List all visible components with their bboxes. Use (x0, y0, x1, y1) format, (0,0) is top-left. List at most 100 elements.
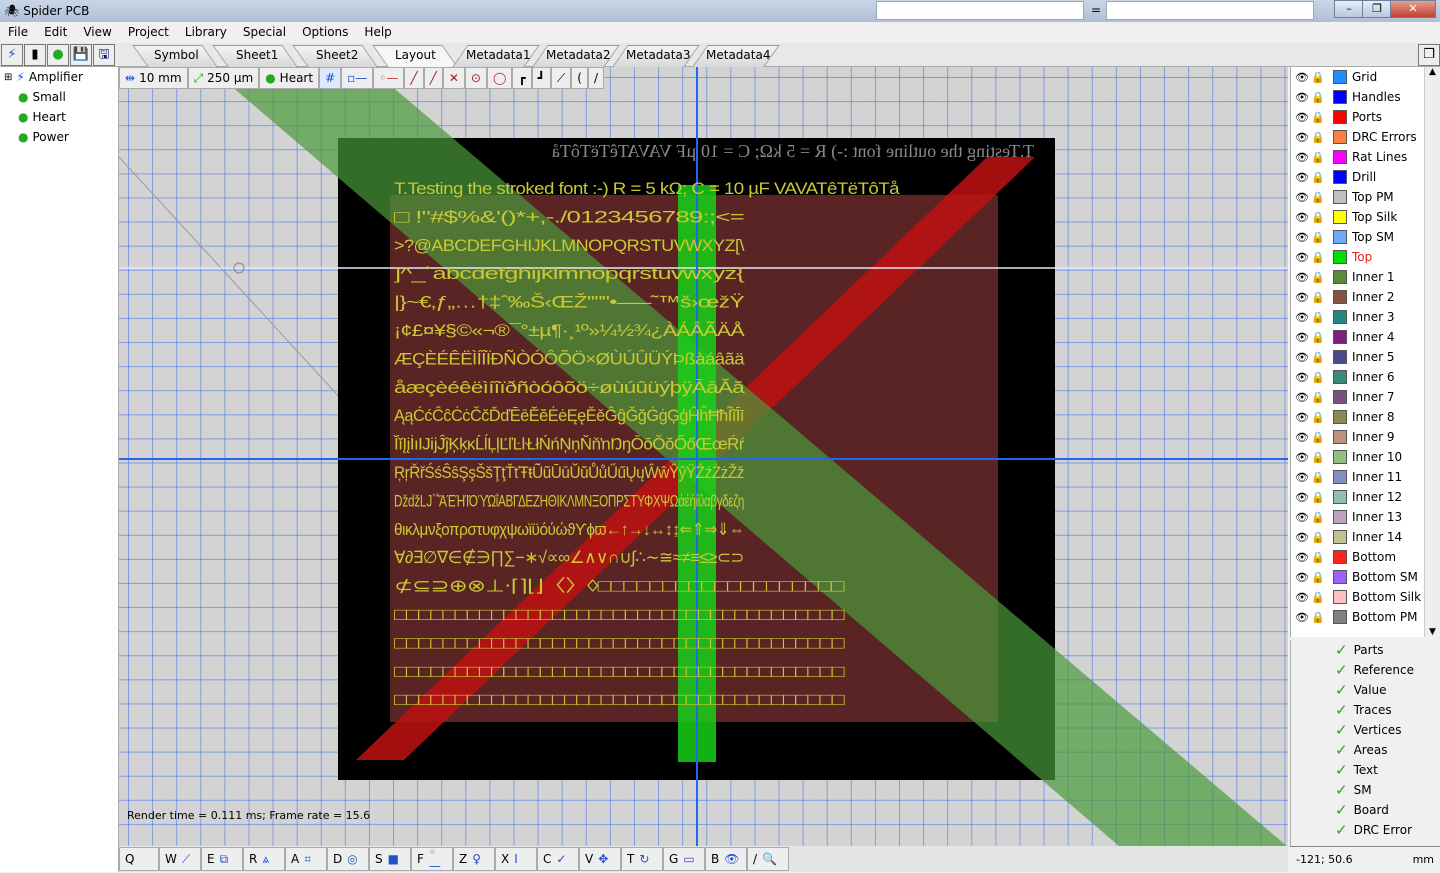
eye-icon[interactable]: 👁 (1295, 511, 1311, 524)
tab-metadata3[interactable]: Metadata3 (626, 48, 690, 62)
lock-icon[interactable]: 🔒 (1311, 351, 1327, 364)
eye-icon[interactable]: 👁 (1295, 391, 1311, 404)
tree-item[interactable]: ● Power (0, 127, 118, 147)
check-icon[interactable]: ✓ (1335, 701, 1348, 719)
eye-icon[interactable]: 👁 (1295, 471, 1311, 484)
visibility-item[interactable]: ✓ Traces (1291, 700, 1440, 720)
lock-icon[interactable]: 🔒 (1311, 271, 1327, 284)
layer-row[interactable]: 👁 🔒 Drill (1291, 167, 1440, 187)
shortcut-slash[interactable]: / 🔍 (747, 847, 789, 871)
layer-row[interactable]: 👁 🔒 DRC Errors (1291, 127, 1440, 147)
menu-library[interactable]: Library (177, 25, 235, 39)
lock-icon[interactable]: 🔒 (1311, 591, 1327, 604)
pin-icon[interactable]: ◦— (373, 67, 405, 89)
check-icon[interactable]: ✓ (1335, 721, 1348, 739)
layer-color-swatch[interactable] (1333, 250, 1347, 264)
shortcut-t[interactable]: T ↻ (621, 847, 663, 871)
tab-symbol[interactable]: Symbol (154, 48, 199, 62)
layer-row[interactable]: 👁 🔒 Inner 6 (1291, 367, 1440, 387)
menu-file[interactable]: File (0, 25, 36, 39)
layer-row[interactable]: 👁 🔒 Top (1291, 247, 1440, 267)
shortcut-q[interactable]: Q (119, 847, 159, 871)
shortcut-r[interactable]: R ⩓ (243, 847, 285, 871)
port-icon[interactable]: ▫— (341, 67, 374, 89)
layer-row[interactable]: 👁 🔒 Bottom SM (1291, 567, 1440, 587)
corner-br-icon[interactable]: ┛ (531, 67, 551, 89)
tab-metadata2[interactable]: Metadata2 (546, 48, 610, 62)
eye-icon[interactable]: 👁 (1295, 531, 1311, 544)
eye-icon[interactable]: 👁 (1295, 451, 1311, 464)
eye-icon[interactable]: 👁 (1295, 311, 1311, 324)
check-icon[interactable]: ✓ (1335, 661, 1348, 679)
eye-icon[interactable]: 👁 (1295, 91, 1311, 104)
expand-icon[interactable]: ⊞ (4, 72, 12, 83)
layer-row[interactable]: 👁 🔒 Inner 2 (1291, 287, 1440, 307)
eye-icon[interactable]: 👁 (1295, 71, 1311, 84)
layer-color-swatch[interactable] (1333, 330, 1347, 344)
via-icon[interactable]: ⊙ (464, 67, 487, 89)
eye-icon[interactable]: 👁 (1295, 331, 1311, 344)
tree-item-root[interactable]: ⊞ ⚡ Amplifier (0, 67, 118, 87)
lock-icon[interactable]: 🔒 (1311, 151, 1327, 164)
tree-item[interactable]: ● Heart (0, 107, 118, 127)
lock-icon[interactable]: 🔒 (1311, 231, 1327, 244)
lock-icon[interactable]: 🔒 (1311, 491, 1327, 504)
layer-scrollbar[interactable]: ▲ ▼ (1424, 67, 1440, 637)
lock-icon[interactable]: 🔒 (1311, 531, 1327, 544)
shortcut-g[interactable]: G ▭ (663, 847, 705, 871)
eye-icon[interactable]: 👁 (1295, 271, 1311, 284)
lock-icon[interactable]: 🔒 (1311, 411, 1327, 424)
layer-row[interactable]: 👁 🔒 Top SM (1291, 227, 1440, 247)
visibility-item[interactable]: ✓ Vertices (1291, 720, 1440, 740)
layer-row[interactable]: 👁 🔒 Inner 7 (1291, 387, 1440, 407)
layer-row[interactable]: 👁 🔒 Top Silk (1291, 207, 1440, 227)
maximize-button[interactable]: ❐ (1362, 0, 1392, 18)
eye-icon[interactable]: 👁 (1295, 491, 1311, 504)
lock-icon[interactable]: 🔒 (1311, 391, 1327, 404)
lock-icon[interactable]: 🔒 (1311, 511, 1327, 524)
shortcut-a[interactable]: A ⌗ (285, 847, 327, 871)
circle-icon[interactable]: ◯ (486, 67, 513, 89)
check-icon[interactable]: ✓ (1335, 741, 1348, 759)
visibility-item[interactable]: ✓ SM (1291, 780, 1440, 800)
visibility-item[interactable]: ✓ Areas (1291, 740, 1440, 760)
lock-icon[interactable]: 🔒 (1311, 111, 1327, 124)
layer-color-swatch[interactable] (1333, 530, 1347, 544)
layer-color-swatch[interactable] (1333, 210, 1347, 224)
layer-row[interactable]: 👁 🔒 Bottom PM (1291, 607, 1440, 627)
eye-icon[interactable]: 👁 (1295, 231, 1311, 244)
visibility-item[interactable]: ✓ Board (1291, 800, 1440, 820)
layer-row[interactable]: 👁 🔒 Inner 11 (1291, 467, 1440, 487)
layer-color-swatch[interactable] (1333, 310, 1347, 324)
lock-icon[interactable]: 🔒 (1311, 291, 1327, 304)
layer-color-swatch[interactable] (1333, 410, 1347, 424)
split-icon[interactable]: ╱ (423, 67, 443, 89)
layer-row[interactable]: 👁 🔒 Rat Lines (1291, 147, 1440, 167)
layer-color-swatch[interactable] (1333, 370, 1347, 384)
layer-color-swatch[interactable] (1333, 450, 1347, 464)
lock-icon[interactable]: 🔒 (1311, 431, 1327, 444)
layer-row[interactable]: 👁 🔒 Inner 3 (1291, 307, 1440, 327)
lock-icon[interactable]: 🔒 (1311, 451, 1327, 464)
eye-icon[interactable]: 👁 (1295, 151, 1311, 164)
layer-row[interactable]: 👁 🔒 Inner 5 (1291, 347, 1440, 367)
shortcut-z[interactable]: Z ♀ (453, 847, 495, 871)
lock-icon[interactable]: 🔒 (1311, 71, 1327, 84)
eye-icon[interactable]: 👁 (1295, 291, 1311, 304)
check-icon[interactable]: ✓ (1335, 801, 1348, 819)
lock-icon[interactable]: 🔒 (1311, 311, 1327, 324)
menu-special[interactable]: Special (235, 25, 294, 39)
lock-icon[interactable]: 🔒 (1311, 171, 1327, 184)
visibility-item[interactable]: ✓ DRC Error (1291, 820, 1440, 840)
tab-sheet2[interactable]: Sheet2 (316, 48, 358, 62)
title-input-right[interactable] (1106, 1, 1314, 20)
layer-color-swatch[interactable] (1333, 430, 1347, 444)
layer-row[interactable]: 👁 🔒 Inner 10 (1291, 447, 1440, 467)
tab-layout[interactable]: Layout (395, 48, 436, 62)
shortcut-w[interactable]: W ⟋ (159, 847, 201, 871)
visibility-item[interactable]: ✓ Parts (1291, 640, 1440, 660)
layer-color-swatch[interactable] (1333, 550, 1347, 564)
eye-icon[interactable]: 👁 (1295, 191, 1311, 204)
lock-icon[interactable]: 🔒 (1311, 471, 1327, 484)
eye-icon[interactable]: 👁 (1295, 411, 1311, 424)
